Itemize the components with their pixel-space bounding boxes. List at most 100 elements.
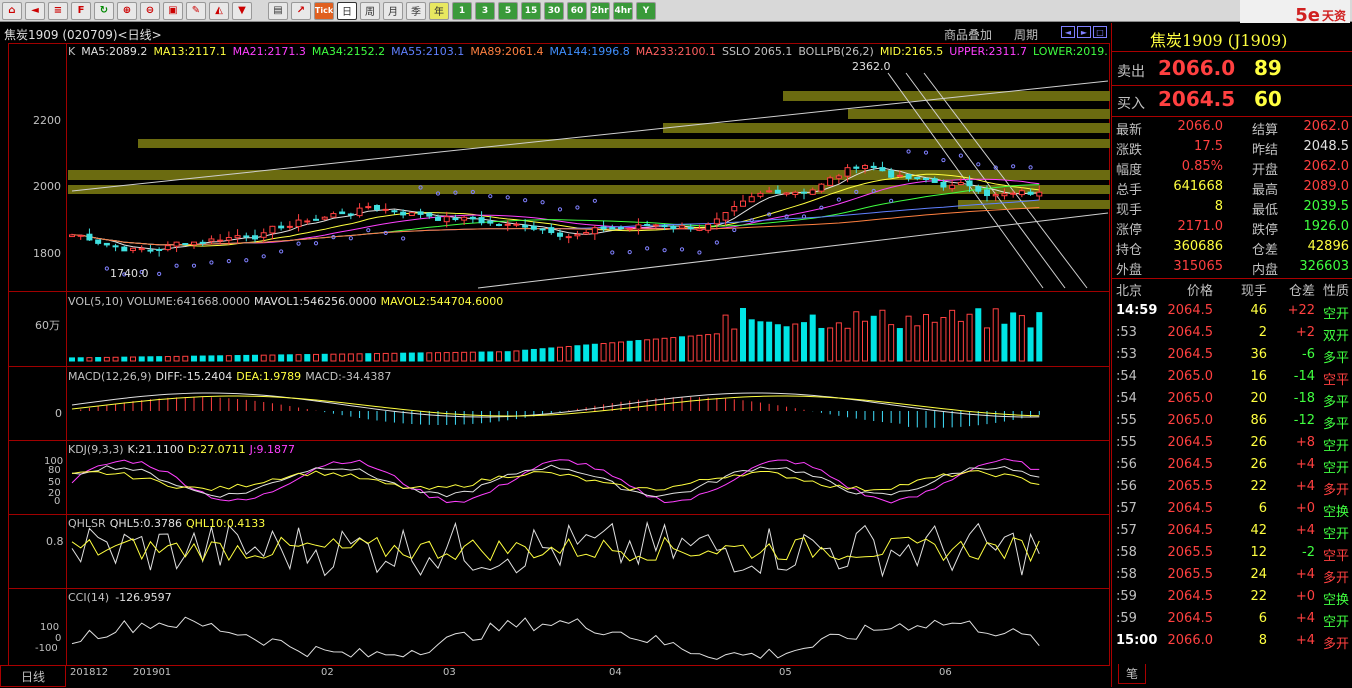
volume-profile-band bbox=[663, 123, 1110, 133]
candle-body bbox=[618, 227, 624, 230]
tick-row[interactable]: :58 2065.5 24 +4 多开 bbox=[1112, 567, 1352, 589]
refresh-icon[interactable]: ↻ bbox=[94, 1, 114, 20]
period-3min-button[interactable]: 3 bbox=[475, 1, 495, 20]
table-icon[interactable]: ▤ bbox=[268, 1, 288, 20]
tick-row[interactable]: :53 2064.5 2 +2 双开 bbox=[1112, 325, 1352, 347]
tick-row[interactable]: :59 2064.5 22 +0 空换 bbox=[1112, 589, 1352, 611]
kdj-indicator-legend: KDJ(9,3,3) K:21.1100 D:27.0711 J:9.1877 bbox=[68, 443, 299, 456]
chart-icon[interactable]: ↗ bbox=[291, 1, 311, 20]
volume-bar bbox=[626, 340, 633, 362]
kline-chart[interactable] bbox=[8, 43, 1110, 665]
restore-icon[interactable]: □ bbox=[1093, 26, 1107, 38]
volume-bar bbox=[522, 349, 529, 362]
tick-row[interactable]: :58 2065.5 12 -2 空平 bbox=[1112, 545, 1352, 567]
period-60min-button[interactable]: 60 bbox=[567, 1, 587, 20]
tick-oi-change: +0 bbox=[1295, 589, 1315, 604]
period-5min-button[interactable]: 5 bbox=[498, 1, 518, 20]
tick-row[interactable]: :56 2065.5 22 +4 多开 bbox=[1112, 479, 1352, 501]
tick-time: :55 bbox=[1116, 435, 1137, 450]
vol-y-label: 60万 bbox=[35, 319, 60, 332]
tick-row[interactable]: :54 2065.0 16 -14 空平 bbox=[1112, 369, 1352, 391]
candle-body bbox=[286, 225, 293, 228]
tick-row[interactable]: :54 2065.0 20 -18 多平 bbox=[1112, 391, 1352, 413]
candle-body bbox=[940, 181, 947, 188]
period-quarter-button[interactable]: 季 bbox=[406, 1, 426, 20]
period-button[interactable]: 周期 bbox=[1014, 26, 1038, 43]
f10-icon[interactable]: F bbox=[71, 1, 91, 20]
candle-body bbox=[130, 247, 136, 251]
fan-line bbox=[887, 72, 1044, 289]
tick-row[interactable]: :53 2064.5 36 -6 多平 bbox=[1112, 347, 1352, 369]
window-icon[interactable]: ▣ bbox=[163, 1, 183, 20]
kdj-line bbox=[71, 464, 1040, 498]
period-week-button[interactable]: 周 bbox=[360, 1, 380, 20]
x-label: 06 bbox=[939, 667, 952, 678]
eraser-icon[interactable]: ◭ bbox=[209, 1, 229, 20]
overlay-button[interactable]: 商品叠加 bbox=[944, 26, 992, 43]
volume-bar bbox=[879, 309, 886, 362]
tick-row[interactable]: :55 2064.5 26 +8 空开 bbox=[1112, 435, 1352, 457]
candle-body bbox=[783, 192, 790, 195]
tick-nature: 空换 bbox=[1322, 593, 1349, 608]
candle-body bbox=[156, 249, 163, 252]
legend-item: LOWER:2019. bbox=[1033, 45, 1108, 58]
period-1min-button[interactable]: 1 bbox=[452, 1, 472, 20]
tick-volume: 26 bbox=[1250, 457, 1267, 472]
tick-nature: 空平 bbox=[1322, 549, 1349, 564]
period-y-button[interactable]: Y bbox=[636, 1, 656, 20]
candle-body bbox=[957, 182, 964, 186]
volume-bar bbox=[513, 350, 520, 362]
back-icon[interactable]: ◄ bbox=[25, 1, 45, 20]
period-4hr-button[interactable]: 4hr bbox=[613, 1, 633, 20]
tab-ticks[interactable]: 笔 bbox=[1118, 664, 1146, 684]
volume-bar bbox=[269, 354, 276, 362]
candle-body bbox=[478, 217, 485, 224]
legend-item: BOLLPB(26,2) bbox=[798, 45, 874, 58]
period-day-button[interactable]: 日 bbox=[337, 1, 357, 20]
stat-label: 昨结 bbox=[1252, 143, 1279, 158]
tick-row[interactable]: :59 2064.5 6 +4 空开 bbox=[1112, 611, 1352, 633]
legend-item: K:21.1100 bbox=[127, 443, 184, 456]
tick-row[interactable]: :57 2064.5 42 +4 空开 bbox=[1112, 523, 1352, 545]
tick-row[interactable]: :56 2064.5 26 +4 空开 bbox=[1112, 457, 1352, 479]
tick-button[interactable]: Tick bbox=[314, 1, 334, 20]
candle-body bbox=[835, 175, 842, 179]
candle-body bbox=[391, 210, 398, 213]
tick-row[interactable]: 15:00 2066.0 8 +4 多开 bbox=[1112, 633, 1352, 655]
period-year-button[interactable]: 年 bbox=[429, 1, 449, 20]
expand-icon[interactable]: ► bbox=[1077, 26, 1091, 38]
candle-body bbox=[121, 246, 128, 252]
zoom-in-icon[interactable]: ⊕ bbox=[117, 1, 137, 20]
tick-row[interactable]: :55 2065.0 86 -12 多平 bbox=[1112, 413, 1352, 435]
candle-body bbox=[679, 225, 685, 229]
x-label: 201901 bbox=[133, 667, 172, 678]
ma-line-89 bbox=[71, 207, 1040, 246]
list-icon[interactable]: ≡ bbox=[48, 1, 68, 20]
tick-row[interactable]: 14:59 2064.5 46 +22 空开 bbox=[1112, 303, 1352, 325]
volume-bar bbox=[121, 356, 128, 362]
volume-bar bbox=[304, 354, 311, 362]
tick-volume: 22 bbox=[1250, 589, 1267, 604]
legend-item: MID:2165.5 bbox=[879, 45, 944, 58]
volume-bar bbox=[574, 345, 581, 362]
volume-bar bbox=[77, 357, 84, 362]
tick-time: :54 bbox=[1116, 369, 1137, 384]
candle-body bbox=[95, 239, 102, 244]
volume-bar bbox=[504, 351, 511, 362]
period-15min-button[interactable]: 15 bbox=[521, 1, 541, 20]
volume-bar bbox=[792, 323, 799, 362]
volume-bar bbox=[225, 355, 232, 362]
period-30min-button[interactable]: 30 bbox=[544, 1, 564, 20]
zoom-out-icon[interactable]: ⊖ bbox=[140, 1, 160, 20]
candle-body bbox=[583, 232, 590, 235]
home-icon[interactable]: ⌂ bbox=[2, 1, 22, 20]
tick-row[interactable]: :57 2064.5 6 +0 空换 bbox=[1112, 501, 1352, 523]
tick-volume: 8 bbox=[1258, 633, 1267, 648]
tick-header: 性质 bbox=[1322, 284, 1349, 299]
period-2hr-button[interactable]: 2hr bbox=[590, 1, 610, 20]
period-month-button[interactable]: 月 bbox=[383, 1, 403, 20]
filter-icon[interactable]: ▼ bbox=[232, 1, 252, 20]
draw-icon[interactable]: ✎ bbox=[186, 1, 206, 20]
volume-bar bbox=[435, 352, 441, 362]
shrink-left-icon[interactable]: ◄ bbox=[1061, 26, 1075, 38]
